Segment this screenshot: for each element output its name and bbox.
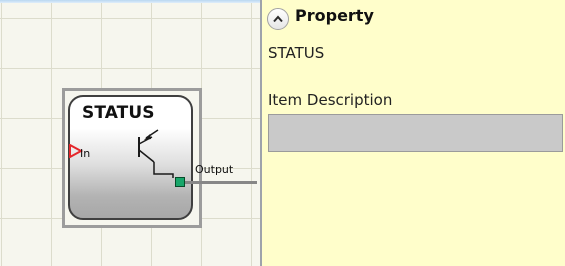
input-label: In [80, 147, 91, 160]
transistor-icon [138, 129, 174, 178]
property-panel: Property STATUS Item Description [262, 0, 565, 266]
description-label: Item Description [268, 91, 393, 109]
output-wire [185, 181, 257, 184]
chevron-up-icon [273, 15, 283, 23]
panel-title: Property [295, 6, 374, 25]
output-pin[interactable] [175, 177, 185, 187]
item-name: STATUS [268, 44, 325, 62]
block-title: STATUS [82, 103, 155, 123]
description-field[interactable] [268, 114, 563, 152]
output-label: Output [195, 163, 234, 176]
collapse-button[interactable] [267, 8, 289, 30]
